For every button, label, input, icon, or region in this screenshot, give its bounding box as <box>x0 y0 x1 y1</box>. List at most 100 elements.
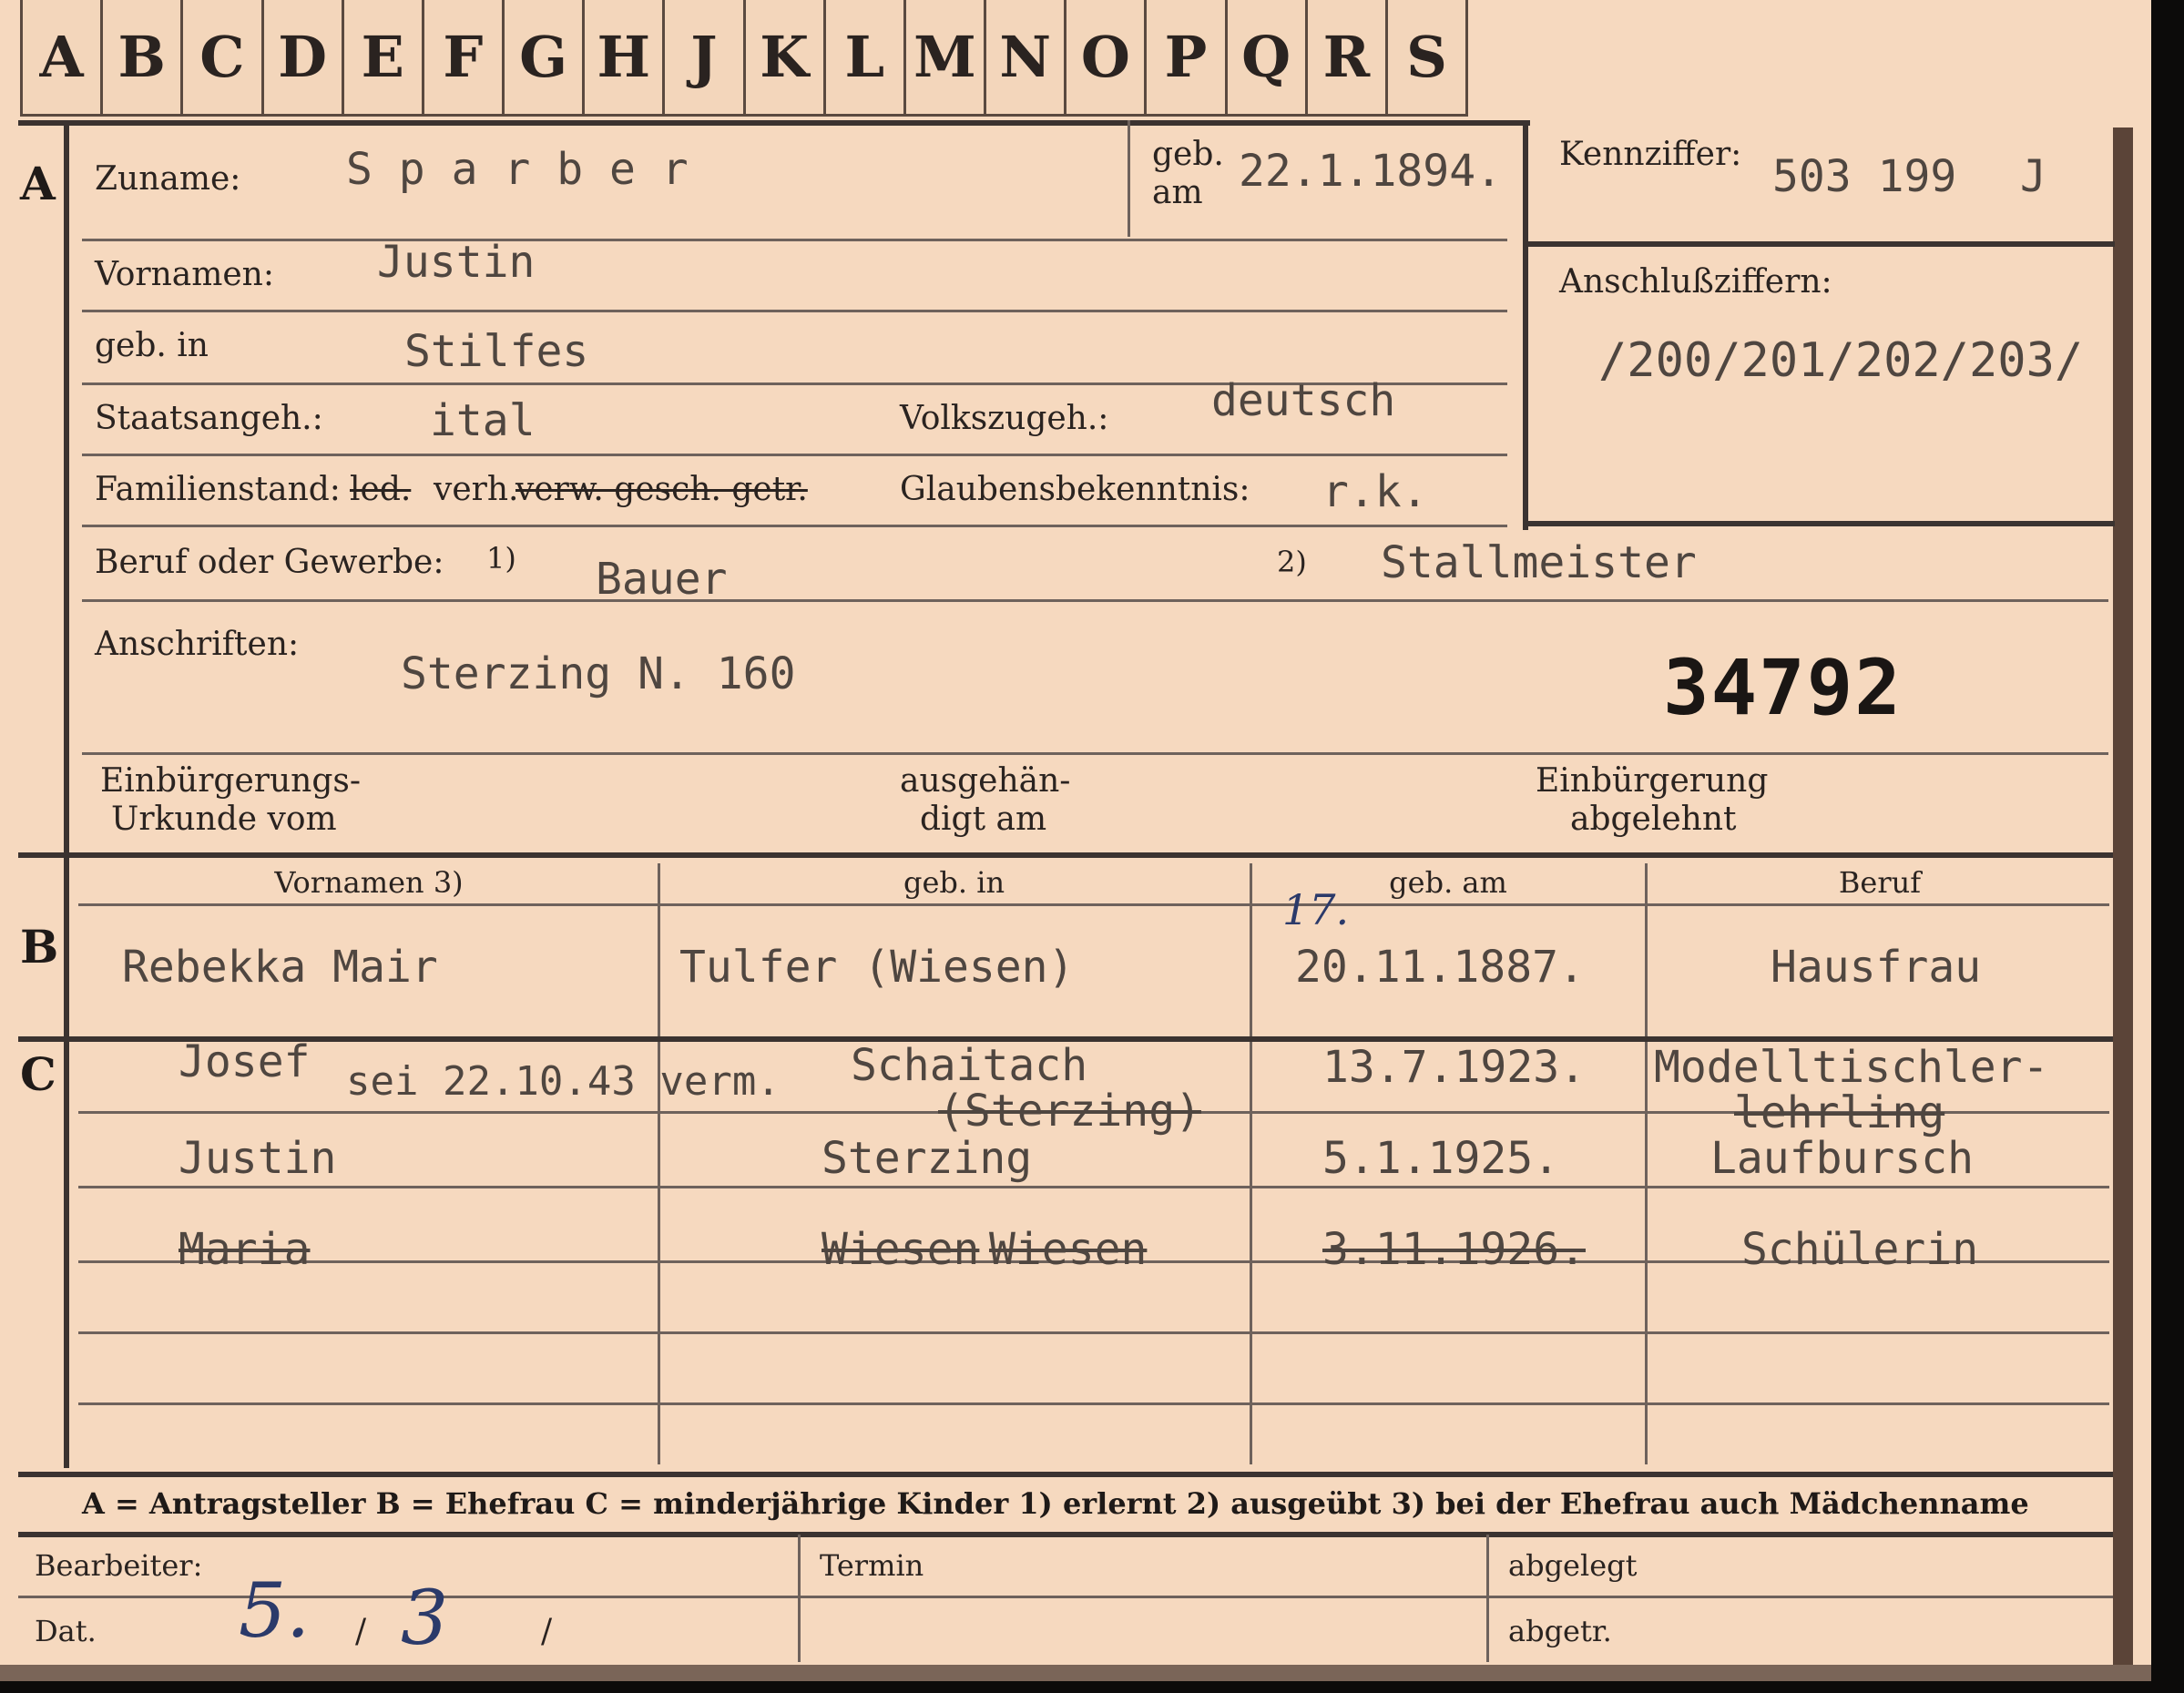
section-b-marker: B <box>20 920 59 974</box>
kennziffer-value: 503 199 <box>1772 151 1957 202</box>
col-divider <box>658 863 660 1464</box>
naturalisation-label-1: Einbürgerungs- <box>100 762 362 800</box>
bearbeiter-label: Bearbeiter: <box>35 1548 203 1583</box>
wife-birthplace: Tulfer (Wiesen) <box>679 942 1075 993</box>
dob-value: 22.1.1894. <box>1239 146 1502 197</box>
divider <box>82 310 1507 312</box>
religion-value: r.k. <box>1322 466 1428 517</box>
child-2-birthdate: 5.1.1925. <box>1322 1133 1560 1184</box>
divider <box>82 599 2108 602</box>
col-header-beruf: Beruf <box>1838 865 1922 900</box>
child-3-birthplace: Wiesen <box>989 1224 1148 1275</box>
ethnicity-label: Volkszugeh.: <box>900 400 1109 437</box>
child-1-occupation: Modelltischler- <box>1654 1042 2049 1093</box>
naturalisation-label-2: Urkunde vom <box>111 801 337 838</box>
marital-value: verh. <box>434 471 519 508</box>
alphabet-tab-o: O <box>1066 0 1148 117</box>
alphabet-tab-m: M <box>905 0 987 117</box>
occupation-practised: Stallmeister <box>1381 537 1697 588</box>
footer-col-divider <box>1486 1535 1489 1662</box>
row-line <box>78 1331 2109 1334</box>
dob-label-2: am <box>1152 174 1203 211</box>
index-card: ABCDEFGHJKLMNOPQRS A Zuname: S p a r b e… <box>0 0 2151 1681</box>
section-c-bottom <box>18 1472 2113 1477</box>
child-3-birthdate: 3.11.1926. <box>1322 1224 1586 1275</box>
refused-label-2: abgelehnt <box>1570 801 1737 838</box>
alphabet-tab-a: A <box>20 0 104 117</box>
citizenship-value: ital <box>430 395 536 446</box>
child-3-occupation: Schülerin <box>1741 1224 1979 1275</box>
col-divider <box>1250 863 1252 1464</box>
citizenship-label: Staatsangeh.: <box>95 400 323 437</box>
datum-separator-2: / <box>541 1613 553 1650</box>
alphabet-tab-p: P <box>1147 0 1228 117</box>
occupation-note-2: 2) <box>1277 545 1307 579</box>
address-label: Anschriften: <box>95 626 300 663</box>
kennziffer-suffix: J <box>2020 151 2046 202</box>
marital-label: Familienstand: <box>95 471 341 508</box>
divider <box>82 525 1507 527</box>
marital-struck-single: led. <box>350 471 412 508</box>
vornamen-label: Vornamen: <box>95 256 274 293</box>
alphabet-tab-d: D <box>263 0 344 117</box>
alphabet-tab-strip: ABCDEFGHJKLMNOPQRS <box>20 0 1469 117</box>
alphabet-tab-q: Q <box>1227 0 1308 117</box>
kennziffer-box-divider <box>1523 241 2115 247</box>
alphabet-tab-c: C <box>183 0 264 117</box>
termin-label: Termin <box>820 1548 924 1583</box>
abgetr-label: abgetr. <box>1508 1614 1612 1648</box>
child-1-birthdate: 13.7.1923. <box>1322 1042 1586 1093</box>
alphabet-tab-n: N <box>986 0 1067 117</box>
wife-date-correction: 17. <box>1282 885 1350 934</box>
alphabet-tab-f: F <box>424 0 505 117</box>
handed-label-1: ausgehän- <box>900 762 1071 800</box>
alphabet-tab-h: H <box>585 0 666 117</box>
vornamen-value: Justin <box>377 237 536 288</box>
datum-separator-1: / <box>355 1613 367 1650</box>
kennziffer-label: Kennziffer: <box>1559 136 1742 173</box>
card-bottom-edge <box>0 1665 2151 1681</box>
section-c-marker: C <box>20 1047 56 1101</box>
marital-struck-other: verw. gesch. getr. <box>515 471 808 508</box>
divider <box>1128 120 1130 237</box>
birthplace-label: geb. in <box>95 327 209 364</box>
child-2-name: Justin <box>179 1133 337 1184</box>
stamp-number: 34792 <box>1663 643 1903 732</box>
col-header-geb-in: geb. in <box>903 865 1005 900</box>
surname-label: Zuname: <box>95 160 241 198</box>
alphabet-tab-b: B <box>103 0 184 117</box>
ethnicity-value: deutsch <box>1211 375 1396 426</box>
row-line <box>78 1402 2109 1405</box>
wife-name: Rebekka Mair <box>122 942 438 993</box>
card-right-edge <box>2113 127 2133 1667</box>
row-line <box>78 1186 2109 1188</box>
col-header-vornamen: Vornamen 3) <box>274 865 464 900</box>
child-1-name: Josef <box>179 1036 311 1087</box>
dob-label-1: geb. <box>1152 136 1224 173</box>
abgelegt-label: abgelegt <box>1508 1548 1638 1583</box>
alphabet-tab-k: K <box>745 0 826 117</box>
divider <box>18 120 1530 126</box>
footer-row-line <box>18 1596 2113 1598</box>
child-1-note: sei 22.10.43 verm. <box>346 1058 781 1105</box>
child-2-birthplace: Sterzing <box>822 1133 1033 1184</box>
divider <box>82 752 2108 755</box>
anschluss-value: /200/201/202/203/ <box>1598 333 2084 388</box>
child-1-birthplace: Schaitach <box>851 1040 1088 1091</box>
col-divider <box>1645 863 1648 1464</box>
alphabet-tab-j: J <box>665 0 746 117</box>
datum-month: 3 <box>401 1576 449 1662</box>
occupation-learned: Bauer <box>596 554 728 605</box>
refused-label-1: Einbürgerung <box>1536 762 1769 800</box>
legend-line: A = Antragsteller B = Ehefrau C = minder… <box>82 1486 2029 1521</box>
section-a-marker: A <box>20 157 56 210</box>
kennziffer-box-left <box>1523 120 1528 530</box>
child-1-occupation-2: lehrling <box>1734 1087 1945 1138</box>
child-3-birthplace-struck: Wiesen <box>822 1224 980 1275</box>
religion-label: Glaubensbekenntnis: <box>900 471 1250 508</box>
occupation-label: Beruf oder Gewerbe: <box>95 544 444 581</box>
surname-value: S p a r b e r <box>346 144 689 195</box>
wife-birthdate: 20.11.1887. <box>1295 942 1585 993</box>
divider <box>82 239 1507 241</box>
datum-label: Dat. <box>35 1614 97 1648</box>
